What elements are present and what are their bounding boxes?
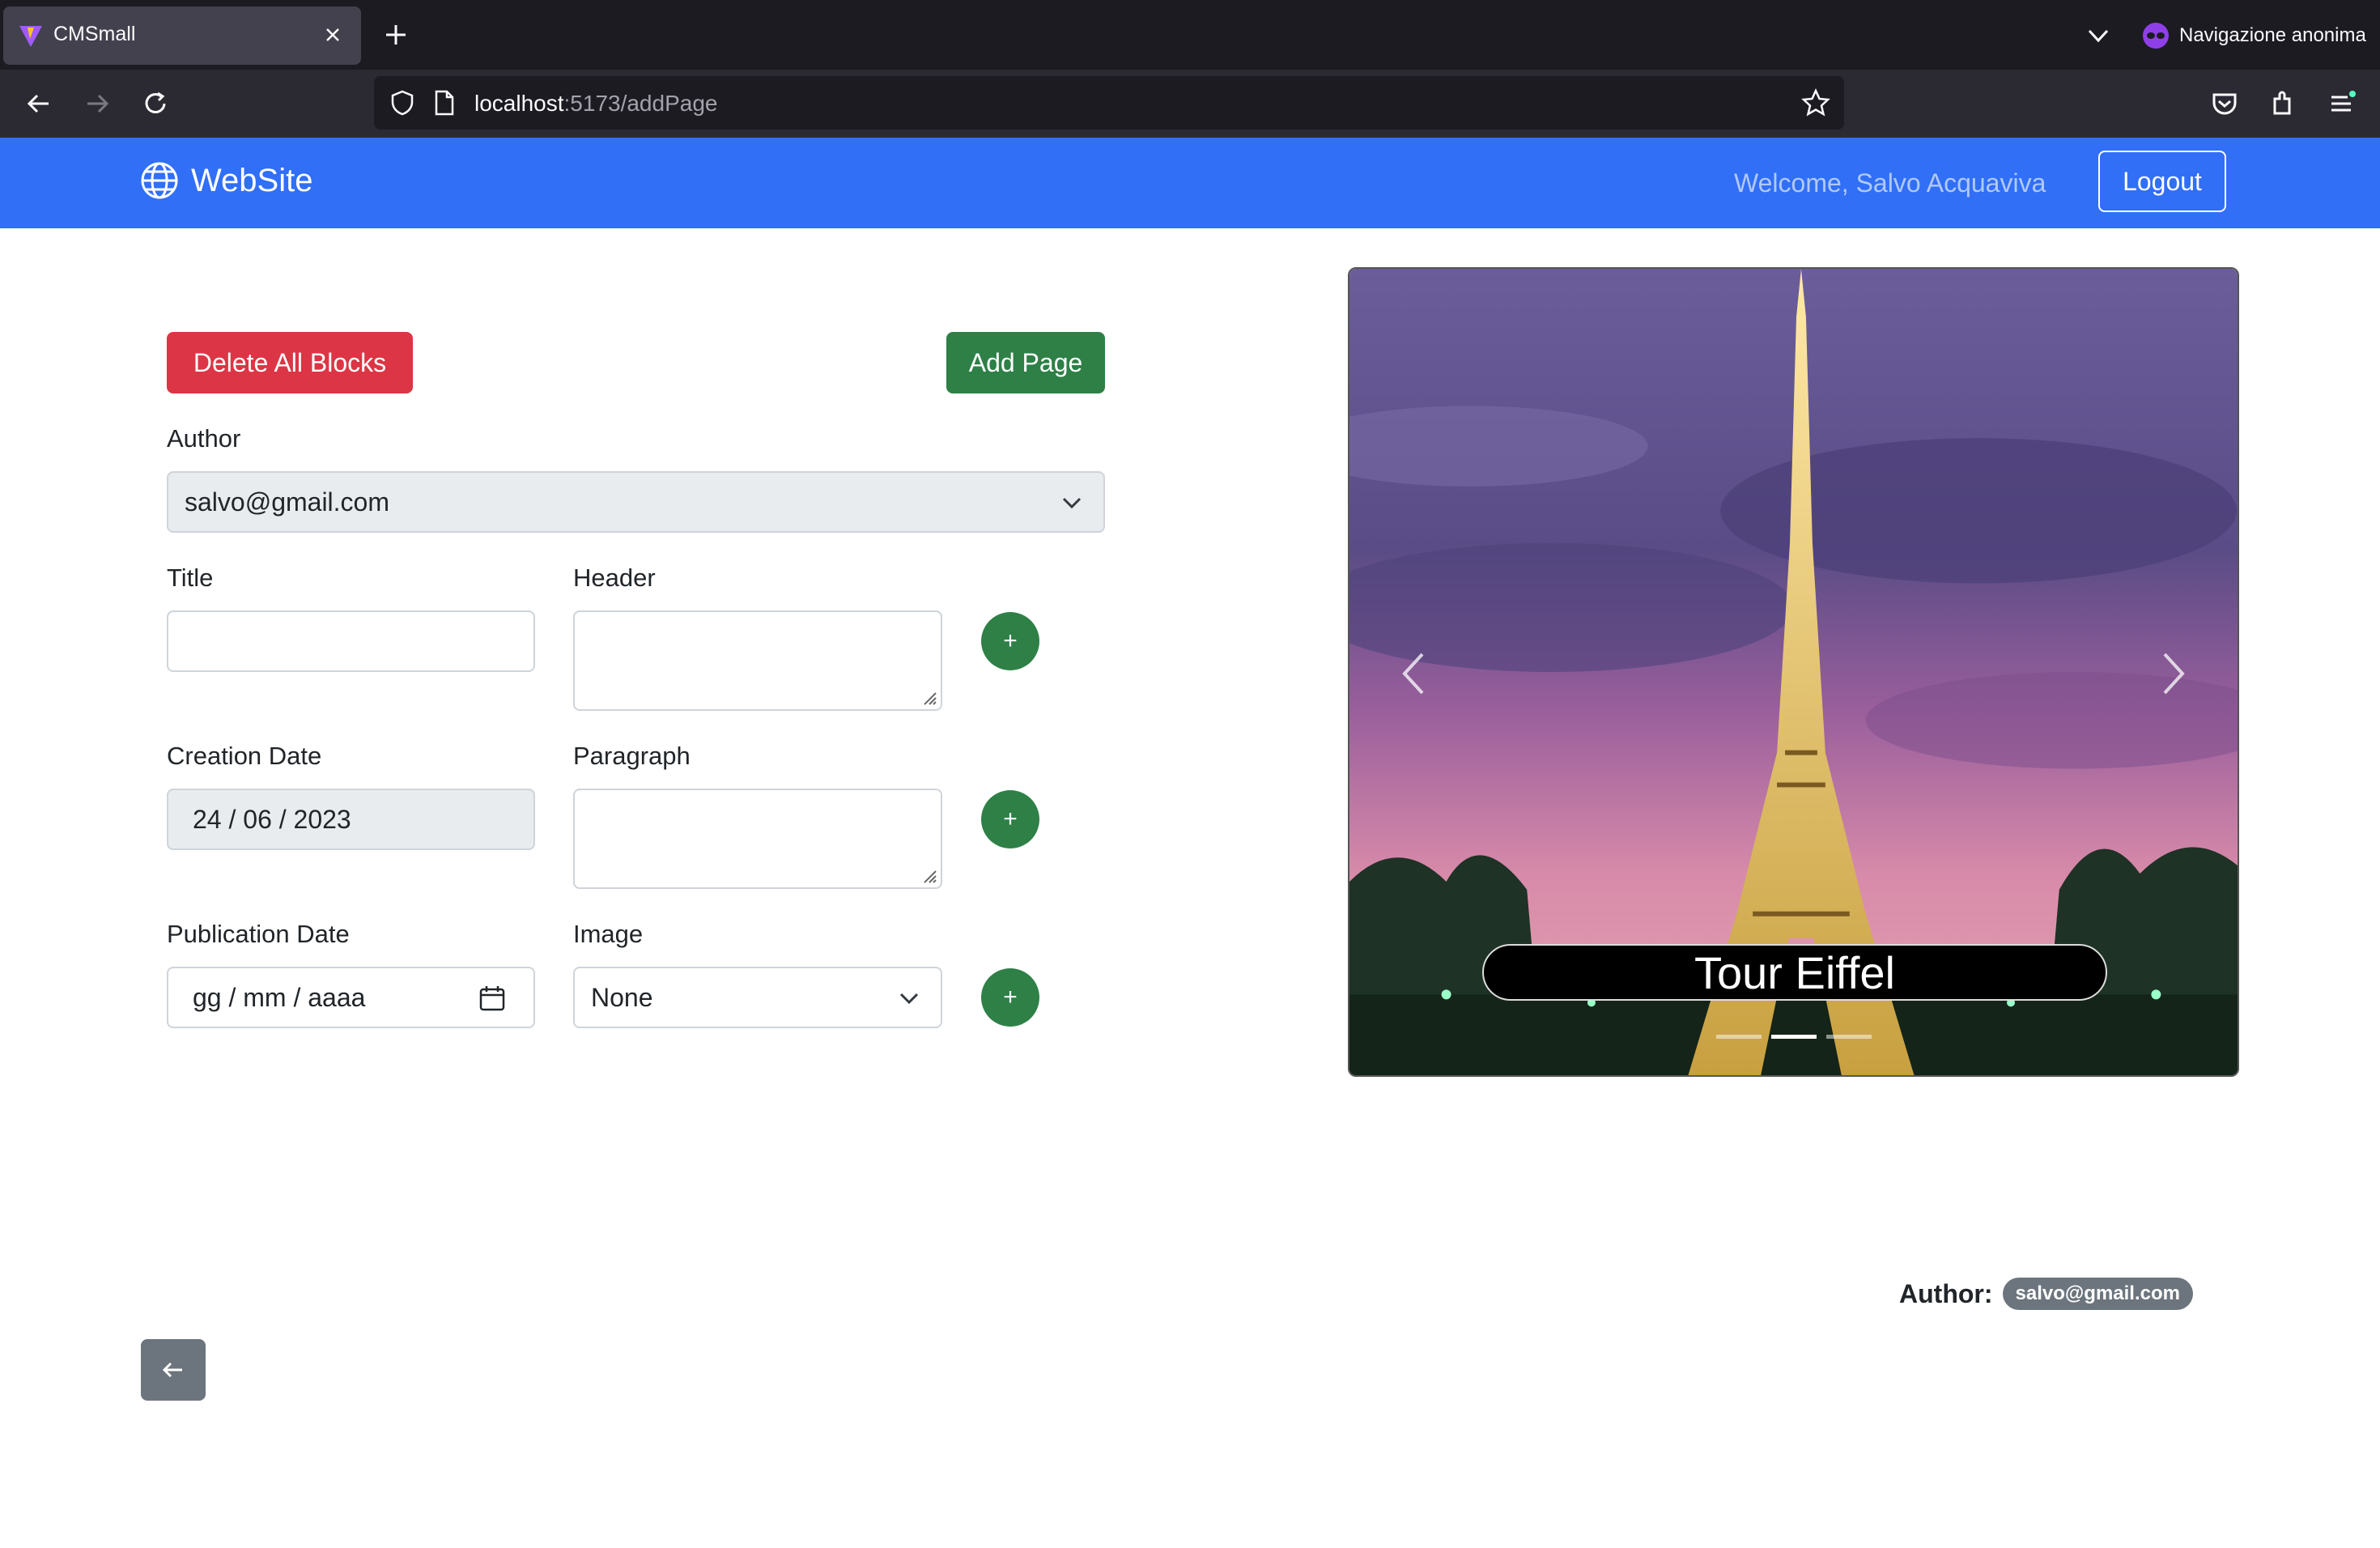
url-host: localhost <box>474 91 564 116</box>
app-navbar: WebSite Welcome, Salvo Acquaviva Logout <box>0 138 2380 228</box>
private-mask-icon <box>2143 23 2169 49</box>
image-select-value: None <box>591 982 653 1012</box>
arrow-left-icon <box>162 1362 182 1378</box>
title-input[interactable] <box>167 610 535 672</box>
calendar-icon[interactable] <box>478 985 506 1012</box>
url-bar[interactable]: localhost:5173/addPage <box>374 76 1844 130</box>
page-icon <box>435 90 454 116</box>
bookmark-star-icon[interactable] <box>1800 87 1831 118</box>
paragraph-label: Paragraph <box>573 742 691 770</box>
private-label: Navigazione anonima <box>2179 24 2366 46</box>
welcome-text: Welcome, Salvo Acquaviva <box>1734 168 2046 198</box>
tab-title: CMSmall <box>53 23 136 45</box>
resize-grip-icon[interactable] <box>920 688 937 706</box>
carousel-indicator[interactable] <box>1715 1035 1762 1039</box>
chevron-down-icon <box>1062 497 1082 509</box>
menu-icon[interactable] <box>2325 87 2357 120</box>
carousel-next-icon[interactable] <box>2148 641 2197 706</box>
chevron-down-icon[interactable] <box>2084 21 2113 50</box>
image-select[interactable]: None <box>573 967 942 1028</box>
add-paragraph-button[interactable]: + <box>981 790 1039 848</box>
header-label: Header <box>573 563 656 592</box>
new-tab-icon[interactable] <box>380 19 411 50</box>
author-info-label: Author: <box>1899 1278 1993 1308</box>
creation-date-value: 24 / 06 / 2023 <box>193 804 351 834</box>
close-tab-icon[interactable] <box>319 21 346 49</box>
resize-grip-icon[interactable] <box>920 866 937 884</box>
go-back-button[interactable] <box>141 1339 206 1401</box>
browser-tab-bar: CMSmall Navigazione anonima <box>0 0 2380 70</box>
url-text[interactable]: localhost:5173/addPage <box>474 91 717 117</box>
paragraph-textarea[interactable] <box>573 789 942 889</box>
globe-icon <box>141 162 178 199</box>
browser-tab[interactable]: CMSmall <box>3 6 361 65</box>
chevron-down-icon <box>899 993 919 1005</box>
author-select-value: salvo@gmail.com <box>185 487 389 517</box>
author-info: Author: salvo@gmail.com <box>1899 1278 2193 1310</box>
private-browsing-indicator: Navigazione anonima <box>2142 19 2366 52</box>
header-textarea[interactable] <box>573 610 942 711</box>
forward-arrow-icon[interactable] <box>81 87 113 120</box>
image-label: Image <box>573 920 644 948</box>
logout-button[interactable]: Logout <box>2098 151 2226 212</box>
url-path: :5173/addPage <box>563 91 718 116</box>
carousel-previous-icon[interactable] <box>1390 641 1439 706</box>
author-label: Author <box>167 424 241 453</box>
add-image-button[interactable]: + <box>981 968 1039 1027</box>
image-carousel: Tour Eiffel <box>1348 267 2239 1077</box>
extensions-icon[interactable] <box>2267 87 2299 120</box>
creation-date-label: Creation Date <box>167 742 322 770</box>
publication-date-label: Publication Date <box>167 920 350 948</box>
carousel-indicator[interactable] <box>1825 1035 1872 1039</box>
publication-date-input[interactable]: gg / mm / aaaa <box>167 967 535 1028</box>
reload-icon[interactable] <box>139 87 172 120</box>
carousel-caption: Tour Eiffel <box>1482 944 2107 1001</box>
publication-date-placeholder: gg / mm / aaaa <box>193 982 366 1012</box>
carousel-indicator[interactable] <box>1770 1035 1817 1039</box>
shield-icon[interactable] <box>389 89 416 117</box>
delete-all-blocks-button[interactable]: Delete All Blocks <box>167 332 413 393</box>
vite-favicon-icon <box>19 26 42 47</box>
add-header-button[interactable]: + <box>981 612 1039 670</box>
creation-date-input: 24 / 06 / 2023 <box>167 789 535 850</box>
title-label: Title <box>167 563 214 592</box>
carousel-indicators <box>1349 1035 2238 1039</box>
brand-name: WebSite <box>191 162 313 198</box>
author-select[interactable]: salvo@gmail.com <box>167 471 1105 533</box>
add-page-button[interactable]: Add Page <box>946 332 1105 393</box>
pocket-icon[interactable] <box>2208 87 2241 120</box>
browser-toolbar: localhost:5173/addPage <box>0 70 2380 138</box>
author-badge: salvo@gmail.com <box>2002 1278 2193 1310</box>
brand[interactable]: WebSite <box>139 160 312 201</box>
back-arrow-icon[interactable] <box>23 87 55 120</box>
